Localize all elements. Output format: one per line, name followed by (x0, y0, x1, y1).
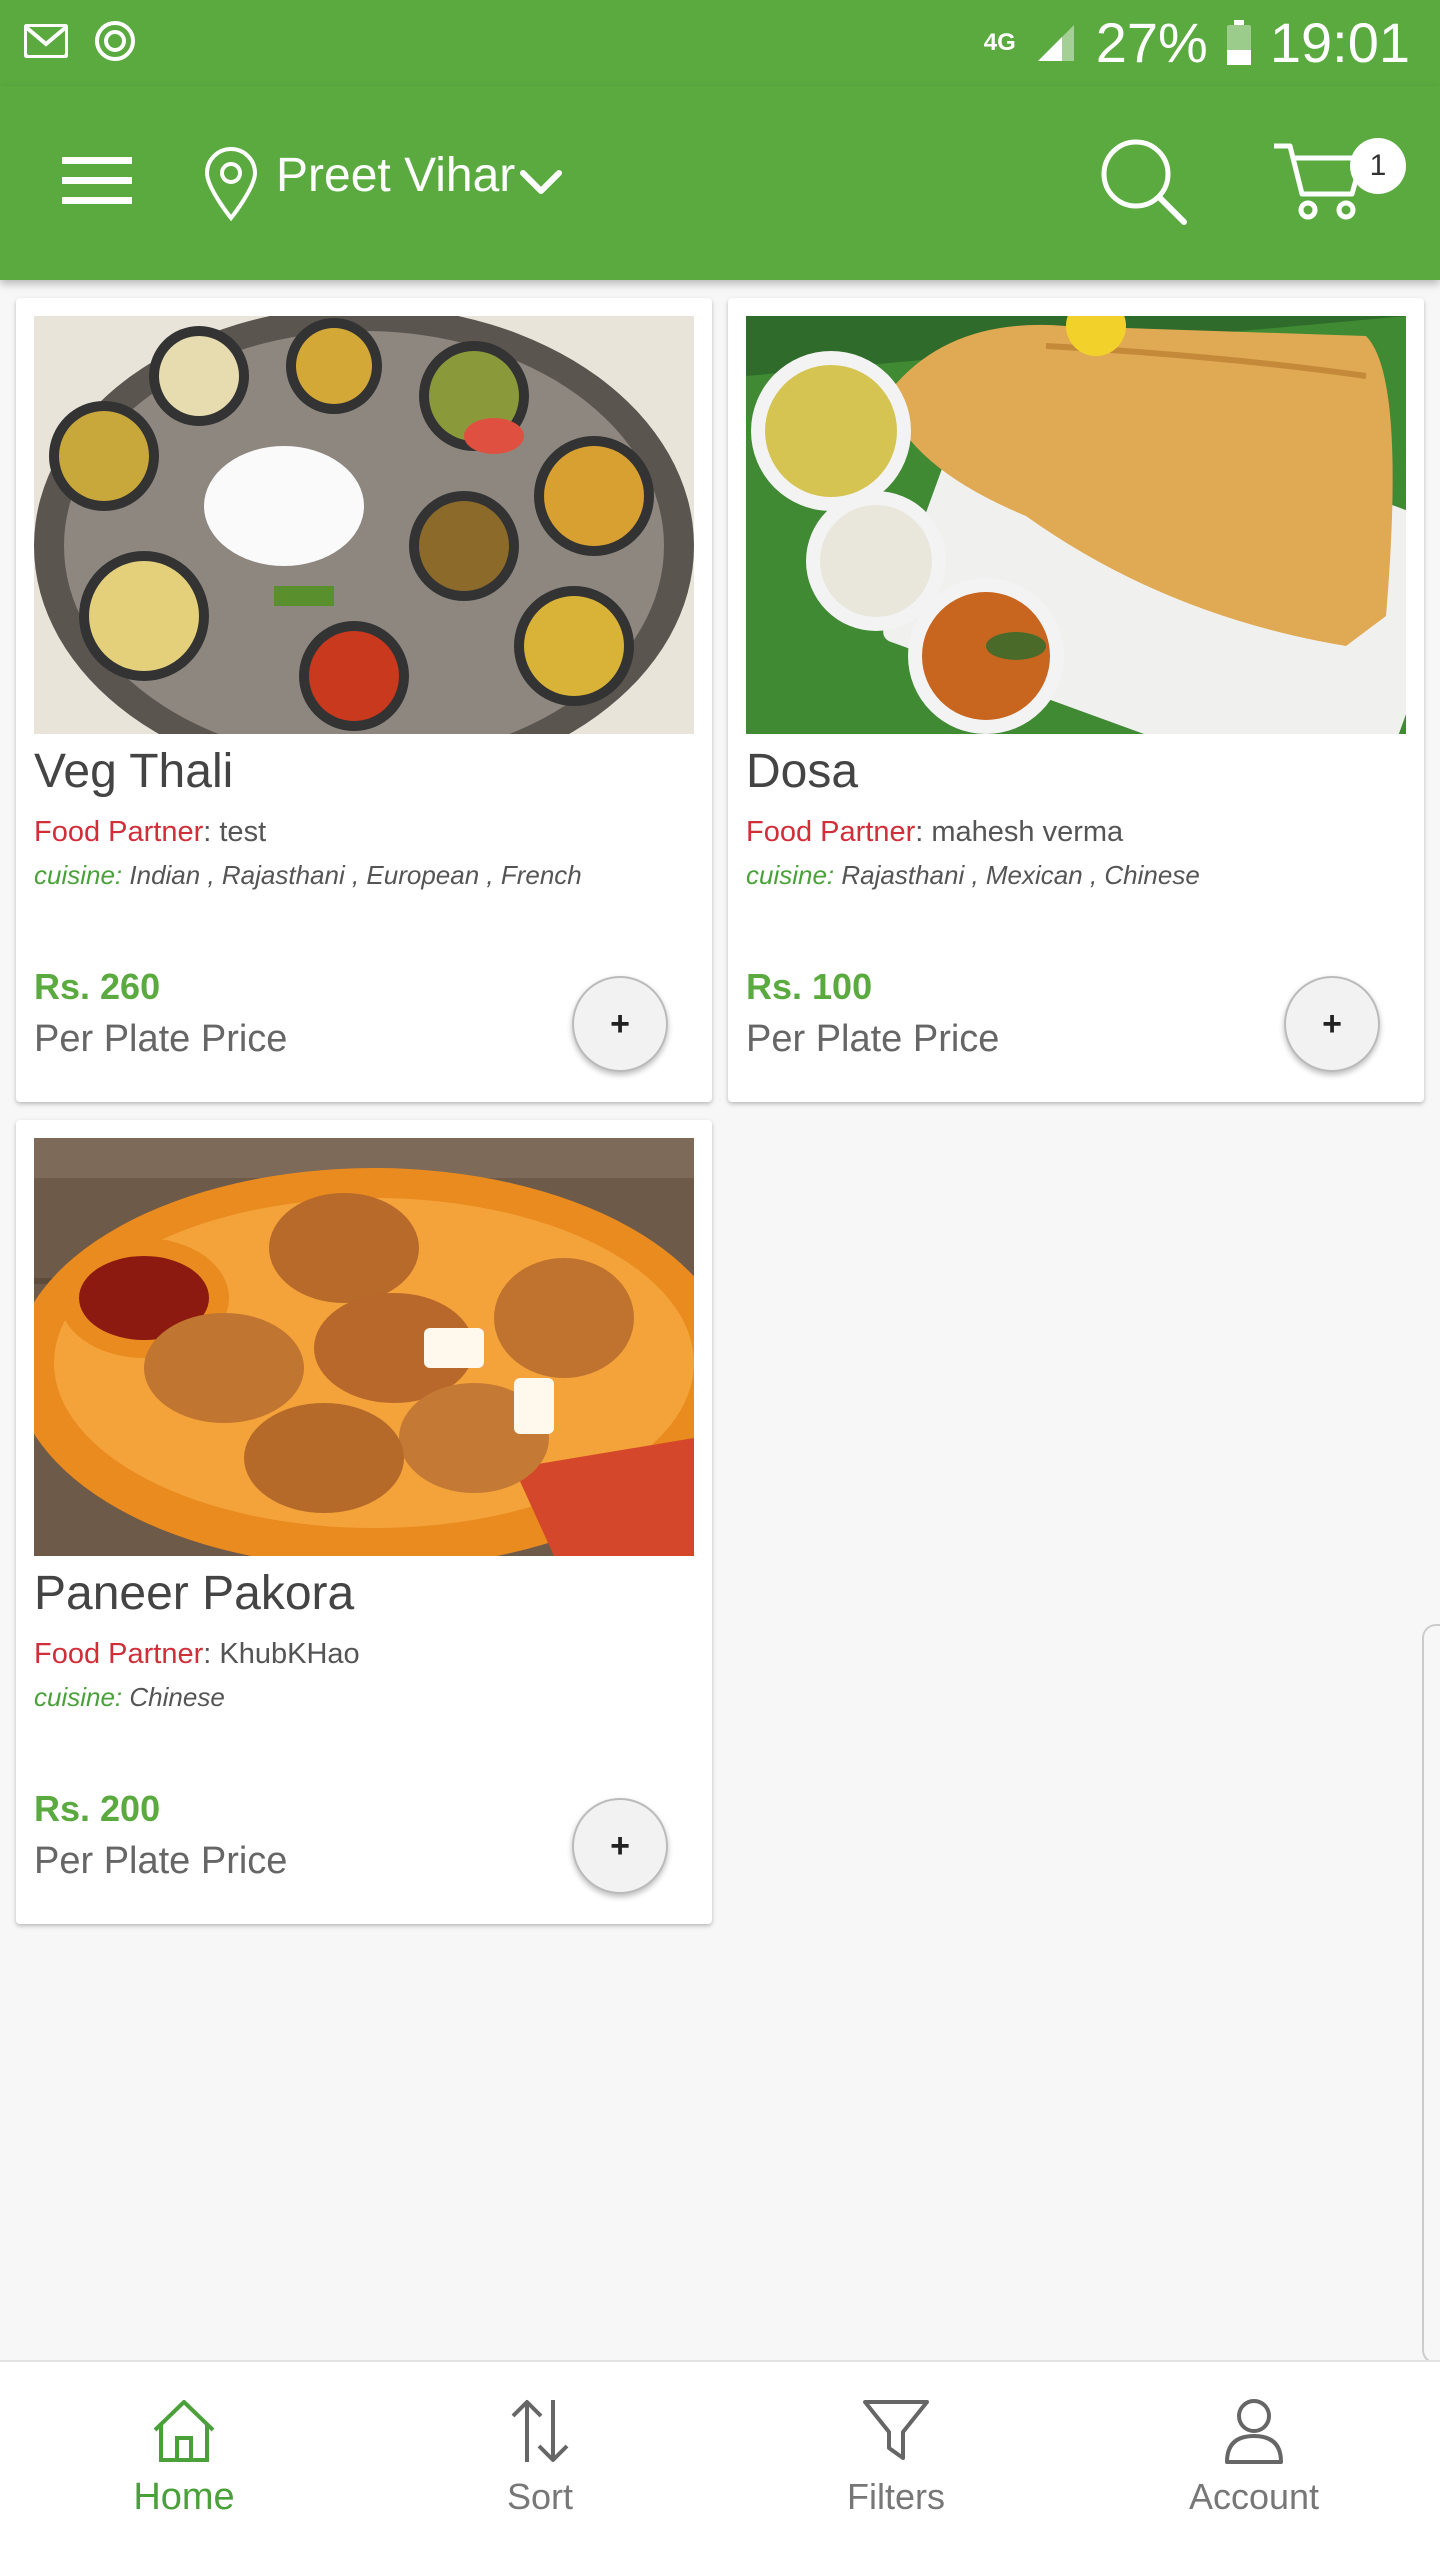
hamburger-icon (62, 157, 132, 204)
cuisine-label: cuisine: (34, 860, 123, 890)
food-partner-label: Food Partner (746, 816, 916, 848)
price: Rs. 200 (34, 1788, 161, 1829)
product-image[interactable] (746, 316, 1406, 734)
food-partner-value: : mahesh verma (915, 816, 1124, 848)
scroll-edge-indicator[interactable] (1422, 1624, 1440, 2364)
price-note: Per Plate Price (746, 1018, 1000, 1060)
cart-count-badge: 1 (1350, 138, 1406, 194)
price-note: Per Plate Price (34, 1840, 288, 1882)
gmail-icon (24, 24, 68, 58)
price-note: Per Plate Price (34, 1018, 288, 1060)
battery-percent: 27% (1095, 11, 1208, 74)
search-icon (1101, 139, 1187, 225)
nav-filters-label: Filters (847, 2476, 945, 2517)
product-title: Veg Thali (34, 745, 234, 798)
nav-sort[interactable]: Sort (360, 2362, 720, 2560)
cuisine-label: cuisine: (34, 1682, 123, 1712)
food-partner: Food Partner: KhubKHao (34, 1638, 360, 1671)
nav-filters[interactable]: Filters (716, 2362, 1076, 2560)
food-partner-value: : test (203, 816, 267, 848)
location-pin-icon[interactable] (200, 144, 262, 224)
battery-icon (1226, 19, 1252, 66)
menu-button[interactable] (56, 146, 138, 216)
search-button[interactable] (1096, 134, 1190, 228)
chevron-down-icon[interactable] (516, 160, 566, 204)
product-image[interactable] (34, 316, 694, 734)
account-icon (1209, 2386, 1299, 2476)
cuisine-label: cuisine: (746, 860, 835, 890)
product-title: Paneer Pakora (34, 1567, 355, 1620)
cuisine-value: Indian , Rajasthani , European , French (122, 860, 582, 890)
food-partner: Food Partner: test (34, 816, 266, 849)
bottom-navigation: Home Sort Filters Account (0, 2360, 1440, 2560)
add-to-cart-button[interactable]: + (1284, 976, 1380, 1072)
product-card[interactable]: Dosa Food Partner: mahesh verma cuisine:… (728, 298, 1424, 1102)
price: Rs. 260 (34, 966, 161, 1007)
nav-account-label: Account (1188, 2476, 1320, 2517)
cuisine-value: Rajasthani , Mexican , Chinese (834, 860, 1200, 890)
cuisine-value: Chinese (122, 1682, 225, 1712)
product-title: Dosa (746, 745, 859, 798)
network-type: 4G (983, 28, 1016, 56)
sort-icon (495, 2386, 585, 2476)
food-partner-label: Food Partner (34, 1638, 204, 1670)
cuisine: cuisine: Chinese (34, 1682, 225, 1713)
home-icon (139, 2386, 229, 2476)
cuisine: cuisine: Indian , Rajasthani , European … (34, 860, 582, 891)
product-card[interactable]: Veg Thali Food Partner: test cuisine: In… (16, 298, 712, 1102)
nav-home[interactable]: Home (4, 2362, 364, 2560)
nav-account[interactable]: Account (1074, 2362, 1434, 2560)
nav-sort-label: Sort (506, 2476, 574, 2517)
app-notification-icon (94, 20, 136, 62)
status-bar: 4G 27% 19:01 (0, 0, 1440, 86)
food-partner-label: Food Partner (34, 816, 204, 848)
filter-icon (851, 2386, 941, 2476)
product-card[interactable]: Paneer Pakora Food Partner: KhubKHao cui… (16, 1120, 712, 1924)
add-to-cart-button[interactable]: + (572, 976, 668, 1072)
nav-home-label: Home (133, 2476, 235, 2518)
product-image[interactable] (34, 1138, 694, 1556)
food-partner-value: : KhubKHao (203, 1638, 360, 1670)
app-bar: Preet Vihar 1 (0, 86, 1440, 280)
food-partner: Food Partner: mahesh verma (746, 816, 1123, 849)
add-to-cart-button[interactable]: + (572, 1798, 668, 1894)
signal-icon (1034, 21, 1078, 65)
location-selector[interactable]: Preet Vihar (276, 148, 515, 203)
clock: 19:01 (1269, 11, 1410, 74)
cuisine: cuisine: Rajasthani , Mexican , Chinese (746, 860, 1200, 891)
price: Rs. 100 (746, 966, 873, 1007)
